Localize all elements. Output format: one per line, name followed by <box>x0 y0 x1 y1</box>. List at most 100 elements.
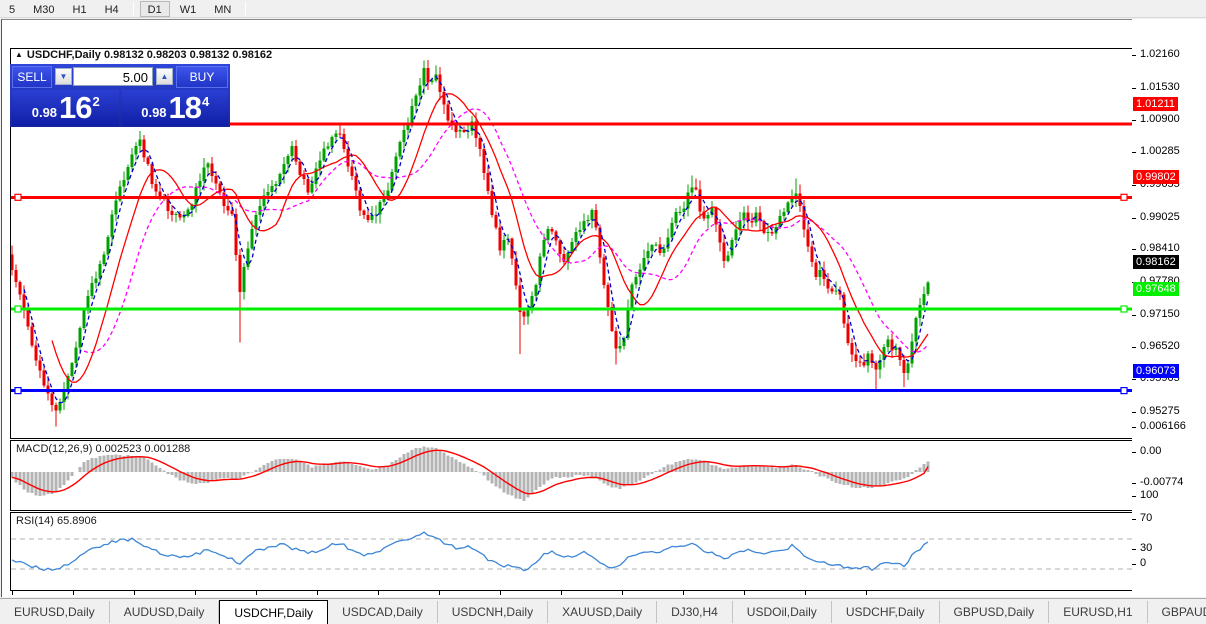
chart-tab-usdcnh-daily[interactable]: USDCNH,Daily <box>438 601 548 623</box>
timeframe-button-m30[interactable]: M30 <box>25 1 62 17</box>
timeframe-button-5[interactable]: 5 <box>1 1 23 17</box>
chart-tab-usdchf-daily[interactable]: USDCHF,Daily <box>832 601 940 623</box>
date-tick-mark <box>622 591 623 595</box>
indicator-tick-label: 0.00 <box>1140 445 1161 457</box>
chart-tab-usdcad-daily[interactable]: USDCAD,Daily <box>328 601 438 623</box>
date-tick-mark <box>744 591 745 595</box>
chevron-up-icon: ▲ <box>161 72 169 81</box>
rsi-chart <box>11 513 1133 590</box>
price-tick-mark <box>1132 218 1136 219</box>
chart-tab-audusd-daily[interactable]: AUDUSD,Daily <box>110 601 220 623</box>
price-tag-0.98162: 0.98162 <box>1133 255 1179 269</box>
indicator-tick-mark <box>1132 549 1136 550</box>
indicator-tick-label: 30 <box>1140 542 1152 554</box>
buy-price-base: 0.98 <box>141 105 166 120</box>
date-tick-mark <box>73 591 74 595</box>
indicator-tick-label: 70 <box>1140 512 1152 524</box>
rsi-name: RSI(14) <box>16 515 54 527</box>
collapse-triangle-icon[interactable]: ▲ <box>15 50 23 59</box>
date-tick-mark <box>378 591 379 595</box>
timeframe-button-h1[interactable]: H1 <box>65 1 95 17</box>
indicator-tick-label: -0.00774 <box>1140 476 1183 488</box>
price-tick-mark <box>1132 347 1136 348</box>
sell-price-button[interactable]: 0.98 16 2 <box>12 90 119 126</box>
chevron-down-icon: ▼ <box>60 72 68 81</box>
chart-window: MACD(12,26,9) 0.002523 0.001288 RSI(14) … <box>1 19 1205 597</box>
price-tag-1.01211: 1.01211 <box>1133 97 1178 111</box>
sell-price-pips: 16 <box>59 90 91 126</box>
chart-title: ▲USDCHF,Daily 0.98132 0.98203 0.98132 0.… <box>15 49 272 61</box>
price-tick-label: 0.99025 <box>1140 211 1180 223</box>
buy-button[interactable]: BUY <box>176 66 228 88</box>
price-tick-mark <box>1132 120 1136 121</box>
date-tick-mark <box>500 591 501 595</box>
date-tick-mark <box>439 591 440 595</box>
buy-price-button[interactable]: 0.98 18 4 <box>122 90 229 126</box>
volume-input[interactable] <box>73 67 153 86</box>
date-tick-mark <box>866 591 867 595</box>
price-tick-mark <box>1132 315 1136 316</box>
price-tick-label: 1.00900 <box>1140 113 1180 125</box>
price-tick-label: 0.96520 <box>1140 340 1180 352</box>
rsi-panel: RSI(14) 65.8906 <box>10 512 1134 591</box>
sell-button[interactable]: SELL <box>12 66 52 88</box>
chart-tab-eurusd-daily[interactable]: EURUSD,Daily <box>0 601 110 623</box>
volume-decrease-button[interactable]: ▼ <box>55 68 72 85</box>
price-tick-mark <box>1132 249 1136 250</box>
timeframe-button-w1[interactable]: W1 <box>172 1 205 17</box>
timeframe-button-mn[interactable]: MN <box>206 1 239 17</box>
one-click-trade-panel: SELL ▼ ▲ BUY 0.98 16 2 0.98 18 4 <box>10 64 230 127</box>
toolbar-separator <box>245 2 246 16</box>
chart-tab-gbpaud-h1[interactable]: GBPAUD,H1 <box>1148 601 1206 623</box>
chart-tab-usdchf-daily[interactable]: USDCHF,Daily <box>219 600 328 624</box>
timeframe-toolbar: 5M30H1H4 D1W1MN <box>0 0 1206 18</box>
price-tag-0.97648: 0.97648 <box>1133 282 1179 296</box>
indicator-tick-mark <box>1132 519 1136 520</box>
price-tick-mark <box>1132 152 1136 153</box>
chart-tab-xauusd-daily[interactable]: XAUUSD,Daily <box>548 601 657 623</box>
price-scale[interactable]: 1.021601.015301.009001.002850.996550.990… <box>1132 19 1206 597</box>
indicator-tick-mark <box>1132 564 1136 565</box>
indicator-tick-label: 0 <box>1140 557 1146 569</box>
sell-price-base: 0.98 <box>32 105 57 120</box>
date-tick-mark <box>561 591 562 595</box>
macd-values: 0.002523 0.001288 <box>95 443 190 455</box>
price-tick-mark <box>1132 379 1136 380</box>
date-tick-mark <box>256 591 257 595</box>
date-tick-mark <box>134 591 135 595</box>
macd-panel: MACD(12,26,9) 0.002523 0.001288 <box>10 440 1134 511</box>
date-tick-mark <box>805 591 806 595</box>
price-tick-label: 0.95275 <box>1140 405 1180 417</box>
trading-app-window: 5M30H1H4 D1W1MN MACD(12,26,9) 0.002523 0.… <box>0 0 1206 624</box>
chart-tab-gbpusd-daily[interactable]: GBPUSD,Daily <box>940 601 1050 623</box>
price-tick-label: 0.98410 <box>1140 242 1180 254</box>
timeframe-button-d1[interactable]: D1 <box>140 1 170 17</box>
price-tag-0.99802: 0.99802 <box>1133 170 1179 184</box>
price-tick-label: 1.01530 <box>1140 81 1180 93</box>
macd-label: MACD(12,26,9) 0.002523 0.001288 <box>16 443 190 455</box>
indicator-tick-mark <box>1132 496 1136 497</box>
price-tick-label: 1.00285 <box>1140 145 1180 157</box>
price-tick-label: 1.02160 <box>1140 48 1180 60</box>
chart-tab-usdoil-daily[interactable]: USDOil,Daily <box>733 601 832 623</box>
indicator-tick-label: 0.006166 <box>1140 420 1186 432</box>
buy-price-point: 4 <box>202 94 209 109</box>
date-tick-mark <box>12 591 13 595</box>
chart-tab-eurusd-h1[interactable]: EURUSD,H1 <box>1049 601 1147 623</box>
price-tick-mark <box>1132 412 1136 413</box>
volume-increase-button[interactable]: ▲ <box>156 68 173 85</box>
price-tag-0.96073: 0.96073 <box>1133 364 1179 378</box>
price-tick-label: 0.97150 <box>1140 308 1180 320</box>
rsi-value: 65.8906 <box>57 515 97 527</box>
chart-tab-dj30-h4[interactable]: DJ30,H4 <box>657 601 733 623</box>
price-tick-mark <box>1132 185 1136 186</box>
toolbar-separator <box>133 2 134 16</box>
date-tick-mark <box>195 591 196 595</box>
indicator-tick-label: 100 <box>1140 489 1158 501</box>
timeframe-button-h4[interactable]: H4 <box>97 1 127 17</box>
price-tick-mark <box>1132 88 1136 89</box>
date-tick-mark <box>317 591 318 595</box>
buy-price-pips: 18 <box>169 90 201 126</box>
date-tick-mark <box>683 591 684 595</box>
sell-price-point: 2 <box>93 94 100 109</box>
